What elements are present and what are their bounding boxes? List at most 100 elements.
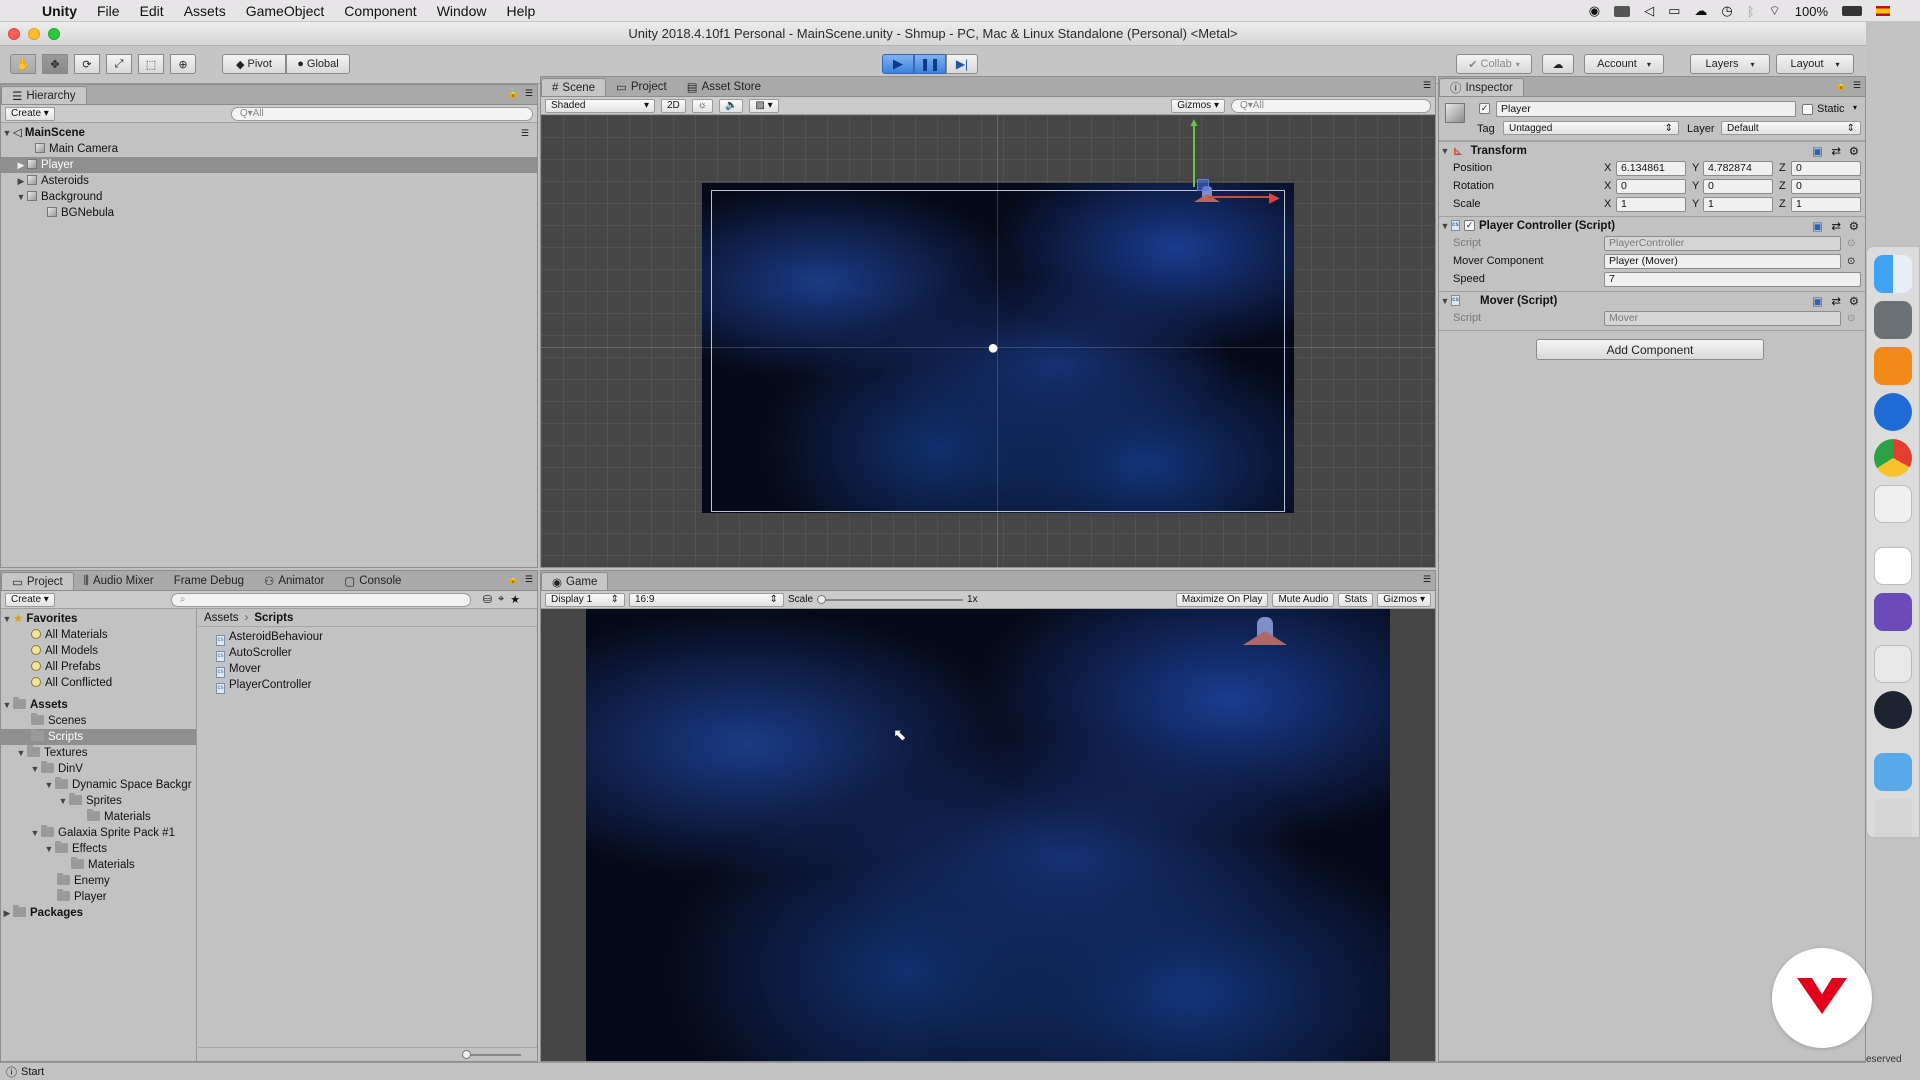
- star-icon[interactable]: ★: [510, 593, 520, 606]
- hierarchy-item[interactable]: BGNebula: [1, 205, 537, 221]
- scale-z-field[interactable]: 1: [1791, 196, 1861, 212]
- time-machine-icon[interactable]: ◷: [1721, 3, 1732, 19]
- pivot-toggle[interactable]: ◆ Pivot: [222, 54, 286, 74]
- folder-item[interactable]: Materials: [1, 809, 196, 825]
- hand-tool-button[interactable]: ✋: [10, 54, 36, 74]
- expand-down-icon[interactable]: ▼: [43, 841, 55, 857]
- menu-window[interactable]: Window: [427, 3, 497, 19]
- minimize-window-icon[interactable]: [28, 28, 40, 40]
- project-create-button[interactable]: Create ▾: [5, 592, 55, 607]
- scene-viewport[interactable]: ● ▲ ▶: [541, 115, 1435, 567]
- player-controller-enabled-checkbox[interactable]: ✓: [1464, 220, 1475, 231]
- tag-dropdown[interactable]: Untagged ⇕: [1503, 121, 1679, 135]
- favorite-item[interactable]: All Conflicted: [1, 675, 196, 691]
- move-tool-button[interactable]: ✥: [42, 54, 68, 74]
- tab-animator[interactable]: ⚇ Animator: [254, 572, 334, 590]
- expand-down-icon[interactable]: ▼: [1439, 296, 1451, 306]
- sublime-text-icon[interactable]: [1874, 347, 1912, 385]
- expand-right-icon[interactable]: ▶: [15, 173, 27, 189]
- audio-toggle[interactable]: 🔈: [718, 98, 744, 113]
- folder-item[interactable]: ▼ Effects: [1, 841, 196, 857]
- layer-dropdown[interactable]: Default ⇕: [1721, 121, 1861, 135]
- zoom-window-icon[interactable]: [48, 28, 60, 40]
- play-button[interactable]: ▶: [882, 54, 914, 74]
- expand-down-icon[interactable]: ▼: [1439, 146, 1451, 156]
- downloads-folder-icon[interactable]: [1874, 753, 1912, 791]
- expand-right-icon[interactable]: ▶: [15, 157, 27, 173]
- filter-type-icon[interactable]: ⛁: [483, 593, 492, 606]
- packages-row[interactable]: ▶ Packages: [1, 905, 196, 921]
- unity-icon[interactable]: [1874, 547, 1912, 585]
- expand-down-icon[interactable]: ▼: [15, 745, 27, 761]
- favorite-item[interactable]: All Models: [1, 643, 196, 659]
- menu-help[interactable]: Help: [496, 3, 545, 19]
- menu-file[interactable]: File: [87, 3, 130, 19]
- display-dropdown[interactable]: Display 1 ⇕: [545, 592, 625, 607]
- cloud-button[interactable]: ☁: [1542, 54, 1574, 74]
- expand-down-icon[interactable]: ▼: [1, 611, 13, 627]
- scene-search-input[interactable]: Q▾All: [1231, 98, 1431, 113]
- lock-icon[interactable]: 🔒: [508, 88, 519, 99]
- launchpad-icon[interactable]: [1874, 301, 1912, 339]
- tab-hierarchy[interactable]: ☰ Hierarchy: [1, 86, 87, 104]
- effects-dropdown[interactable]: ▨ ▾: [749, 98, 779, 113]
- expand-down-icon[interactable]: ▼: [29, 825, 41, 841]
- fork-icon[interactable]: [1874, 393, 1912, 431]
- help-icon[interactable]: ▣: [1812, 144, 1823, 158]
- quicktime-icon[interactable]: [1874, 691, 1912, 729]
- aspect-dropdown[interactable]: 16:9 ⇕: [629, 592, 784, 607]
- panel-menu-icon[interactable]: ☰: [525, 574, 533, 585]
- filter-label-icon[interactable]: ⌖: [498, 593, 504, 606]
- trash-icon[interactable]: [1874, 799, 1912, 837]
- tab-project[interactable]: ▭ Project: [1, 572, 74, 590]
- preset-icon[interactable]: ⇄: [1831, 144, 1841, 158]
- pause-button[interactable]: ❚❚: [914, 54, 946, 74]
- expand-down-icon[interactable]: ▼: [1, 697, 13, 713]
- menu-component[interactable]: Component: [334, 3, 426, 19]
- tab-frame-debug[interactable]: Frame Debug: [164, 572, 254, 590]
- account-dropdown[interactable]: Account ▾: [1584, 54, 1664, 74]
- folder-item[interactable]: Scripts: [1, 729, 196, 745]
- scale-x-field[interactable]: 1: [1616, 196, 1686, 212]
- folder-item[interactable]: ▼ Sprites: [1, 793, 196, 809]
- tab-scene[interactable]: # Scene: [541, 78, 607, 96]
- visual-studio-icon[interactable]: [1874, 593, 1912, 631]
- screen-icon[interactable]: [1614, 5, 1631, 17]
- rotation-z-field[interactable]: 0: [1791, 178, 1861, 194]
- game-gizmos-dropdown[interactable]: Gizmos ▾: [1377, 592, 1431, 607]
- bluetooth-icon[interactable]: ᛒ: [1747, 4, 1755, 19]
- tab-asset-store[interactable]: ▤ Asset Store: [677, 78, 771, 96]
- assets-row[interactable]: ▼ Assets: [1, 697, 196, 713]
- game-viewport[interactable]: ⬉: [541, 609, 1435, 1061]
- expand-down-icon[interactable]: ▼: [29, 761, 41, 777]
- wifi-icon[interactable]: ⌔: [1769, 3, 1781, 19]
- rotation-x-field[interactable]: 0: [1616, 178, 1686, 194]
- expand-down-icon[interactable]: ▼: [57, 793, 69, 809]
- gear-icon[interactable]: ⚙: [1849, 144, 1859, 158]
- menu-gameobject[interactable]: GameObject: [236, 3, 335, 19]
- panel-menu-icon[interactable]: ☰: [525, 88, 533, 99]
- expand-right-icon[interactable]: ▶: [1, 905, 13, 921]
- lock-icon[interactable]: 🔒: [508, 574, 519, 585]
- arrow-up-icon[interactable]: ▲: [1188, 115, 1200, 129]
- lock-icon[interactable]: 🔒: [1836, 80, 1847, 91]
- scene-menu-icon[interactable]: ☰: [521, 125, 529, 141]
- mover-component-field[interactable]: Player (Mover): [1604, 253, 1841, 269]
- object-name-input[interactable]: Player: [1496, 101, 1796, 117]
- layout-dropdown[interactable]: Layout ▾: [1776, 54, 1854, 74]
- tab-console[interactable]: ▢ Console: [334, 572, 411, 590]
- mode-2d-toggle[interactable]: 2D: [661, 98, 686, 113]
- project-search-input[interactable]: ⌕: [170, 592, 471, 607]
- static-checkbox[interactable]: [1802, 104, 1813, 115]
- folder-item[interactable]: Scenes: [1, 713, 196, 729]
- collab-dropdown[interactable]: ✔ Collab ▾: [1456, 54, 1532, 74]
- folder-item[interactable]: Materials: [1, 857, 196, 873]
- chrome-icon[interactable]: [1874, 439, 1912, 477]
- slider-thumb[interactable]: [462, 1050, 471, 1059]
- battery-icon[interactable]: [1842, 6, 1862, 16]
- mute-audio-toggle[interactable]: Mute Audio: [1272, 592, 1335, 607]
- scale-tool-button[interactable]: ⤢: [106, 54, 132, 74]
- position-x-field[interactable]: 6.134861: [1616, 160, 1686, 176]
- favorite-item[interactable]: All Prefabs: [1, 659, 196, 675]
- global-toggle[interactable]: ● Global: [286, 54, 350, 74]
